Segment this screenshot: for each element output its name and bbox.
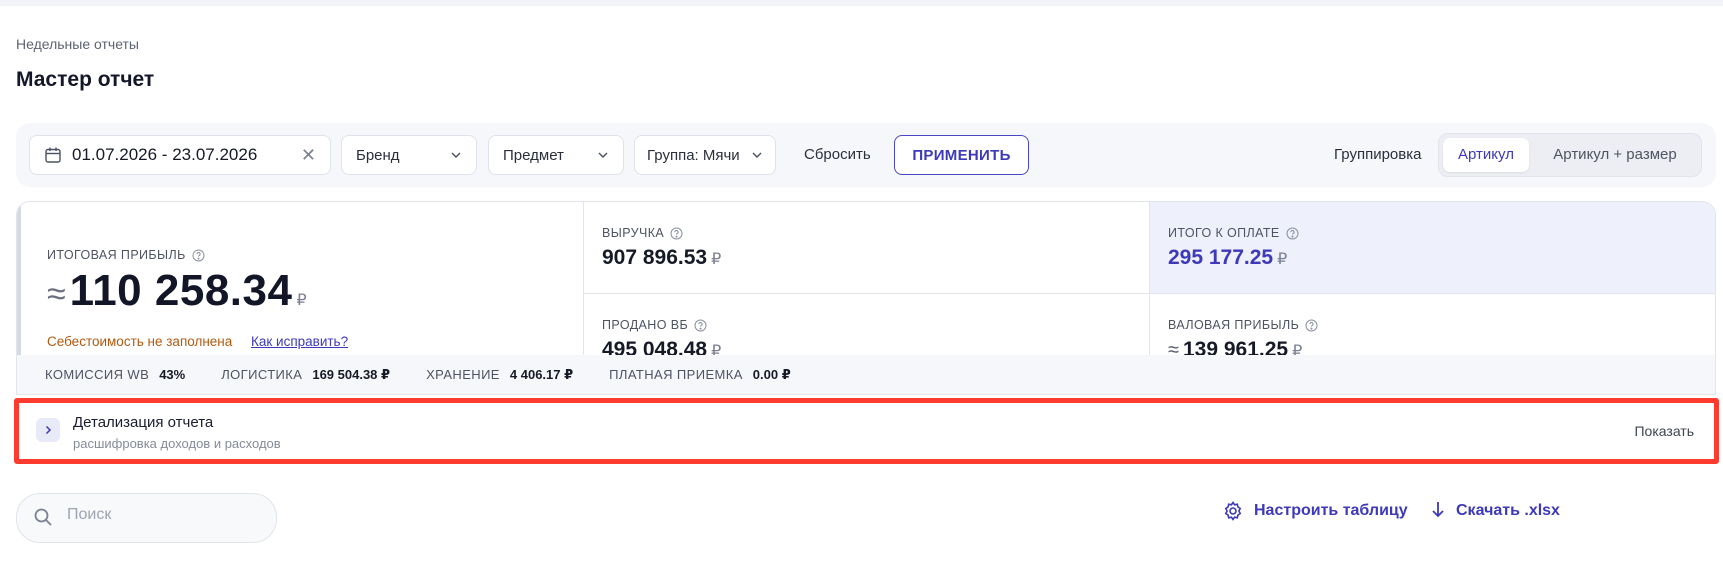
kpi-payout-label: ИТОГО К ОПЛАТЕ [1168,226,1280,240]
stat-storage-label: ХРАНЕНИЕ [426,367,500,382]
kpi-total-profit-value: 110 258.34 [69,266,293,315]
chevron-right-icon [45,425,52,435]
download-icon [1432,502,1444,518]
download-xlsx-label: Скачать .xlsx [1456,502,1560,519]
stat-paid-acceptance-value: 0.00 ₽ [752,366,791,382]
stat-paid-acceptance: ПЛАТНАЯ ПРИЕМКА 0.00 ₽ [609,367,791,383]
currency-ruble: ₽ [711,251,722,268]
stat-logistics: ЛОГИСТИКА 169 504.38 ₽ [221,367,390,383]
help-icon[interactable] [1286,227,1299,240]
brand-select[interactable]: Бренд [341,135,477,175]
reset-button[interactable]: Сбросить [804,135,871,175]
cost-warning: Себестоимость не заполнена [47,334,233,349]
chevron-down-icon [451,152,461,158]
how-to-fix-link[interactable]: Как исправить? [251,334,348,349]
grouping-option-article-size[interactable]: Артикул + размер [1531,138,1699,172]
stat-commission: КОМИССИЯ WB 43% [45,367,185,382]
kpi-revenue: ВЫРУЧКА 907 896.53 ₽ [583,202,1149,294]
currency-ruble: ₽ [1277,251,1288,268]
kpi-payout-value: 295 177.25 [1168,246,1274,269]
filter-bar: 01.07.2026 - 23.07.2026 ✕ Бренд Предмет … [16,123,1716,187]
kpi-revenue-label-wrap: ВЫРУЧКА [602,226,683,240]
expand-button[interactable] [36,418,60,442]
stat-paid-acceptance-label: ПЛАТНАЯ ПРИЕМКА [609,367,743,382]
search-input[interactable]: Поиск [16,493,277,543]
kpi-gross-profit-label: ВАЛОВАЯ ПРИБЫЛЬ [1168,318,1300,332]
configure-table-label: Настроить таблицу [1254,502,1408,519]
chevron-down-icon [752,152,762,158]
kpi-revenue-label: ВЫРУЧКА [602,226,665,240]
report-details-section[interactable]: Детализация отчета расшифровка доходов и… [14,398,1719,464]
subject-select[interactable]: Предмет [488,135,624,175]
date-range-value: 01.07.2026 - 23.07.2026 [72,145,258,164]
kpi-sold-label: ПРОДАНО ВБ [602,318,689,332]
apply-button[interactable]: ПРИМЕНИТЬ [894,135,1029,175]
help-icon[interactable] [670,227,683,240]
kpi-sold-label-wrap: ПРОДАНО ВБ [602,318,707,332]
stat-logistics-value: 169 504.38 ₽ [312,366,391,382]
grouping-label: Группировка [1334,146,1422,163]
kpi-total-profit-label-wrap: ИТОГОВАЯ ПРИБЫЛЬ [47,248,205,262]
stat-storage-value: 4 406.17 ₽ [509,366,574,382]
top-bar [0,0,1723,6]
stat-storage: ХРАНЕНИЕ 4 406.17 ₽ [426,367,573,383]
group-select[interactable]: Группа: Мячи [634,135,776,175]
stat-commission-label: КОМИССИЯ WB [45,367,150,382]
calendar-icon [45,147,61,163]
kpi-revenue-value: 907 896.53 [602,246,708,269]
details-subtitle: расшифровка доходов и расходов [73,436,281,451]
breadcrumb[interactable]: Недельные отчеты [16,36,139,52]
kpi-payout-value-row: 295 177.25 ₽ [1168,246,1287,270]
stat-logistics-label: ЛОГИСТИКА [221,367,303,382]
kpi-payout-label-wrap: ИТОГО К ОПЛАТЕ [1168,226,1299,240]
help-icon[interactable] [1305,319,1318,332]
gear-icon [1224,501,1242,521]
stat-commission-value: 43% [159,367,186,382]
group-select-label: Группа: Мячи [647,146,740,164]
kpi-total-profit-value-row: ≈ 110 258.34 ₽ [47,266,307,316]
date-range-picker[interactable]: 01.07.2026 - 23.07.2026 ✕ [29,135,331,175]
page-title: Мастер отчет [16,68,155,91]
grouping-toggle: Артикул Артикул + размер [1438,133,1702,177]
download-xlsx-button[interactable]: Скачать .xlsx [1430,500,1560,522]
help-icon[interactable] [192,249,205,262]
search-placeholder: Поиск [67,506,112,523]
configure-table-button[interactable]: Настроить таблицу [1222,500,1408,522]
grouping-option-article[interactable]: Артикул [1443,138,1529,172]
subject-select-label: Предмет [503,146,564,164]
kpi-gross-profit-label-wrap: ВАЛОВАЯ ПРИБЫЛЬ [1168,318,1318,332]
currency-ruble: ₽ [296,292,307,309]
stats-bar: КОМИССИЯ WB 43% ЛОГИСТИКА 169 504.38 ₽ Х… [16,355,1716,395]
details-title: Детализация отчета [73,414,214,431]
search-icon [34,508,52,526]
clear-date-icon[interactable]: ✕ [301,145,316,166]
brand-select-label: Бренд [356,146,400,164]
help-icon[interactable] [694,319,707,332]
show-details-button[interactable]: Показать [1634,423,1694,439]
chevron-down-icon [598,152,608,158]
kpi-revenue-value-row: 907 896.53 ₽ [602,246,721,270]
kpi-total-profit-label: ИТОГОВАЯ ПРИБЫЛЬ [47,248,186,262]
approx-icon: ≈ [47,275,66,313]
kpi-payout: ИТОГО К ОПЛАТЕ 295 177.25 ₽ [1149,202,1715,294]
